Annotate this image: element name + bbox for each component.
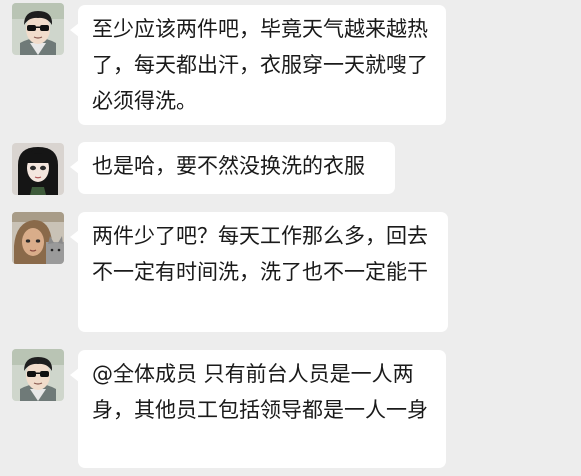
message-bubble[interactable]: 也是哈，要不然没换洗的衣服	[70, 142, 395, 194]
message-bubble[interactable]: 至少应该两件吧，毕竟天气越来越热了，每天都出汗，衣服穿一天就嗖了必须得洗。	[70, 5, 446, 125]
message-bubble[interactable]: 两件少了吧？每天工作那么多，回去不一定有时间洗，洗了也不一定能干	[70, 212, 448, 332]
chat-message-list: 至少应该两件吧，毕竟天气越来越热了，每天都出汗，衣服穿一天就嗖了必须得洗。 也是…	[0, 0, 581, 476]
male-sunglasses-avatar[interactable]	[12, 3, 64, 55]
male-sunglasses-avatar[interactable]	[12, 349, 64, 401]
message-bubble[interactable]: @全体成员 只有前台人员是一人两身，其他员工包括领导都是一人一身	[70, 350, 446, 468]
female-long-hair-avatar[interactable]	[12, 143, 64, 195]
female-cat-avatar[interactable]	[12, 212, 64, 264]
